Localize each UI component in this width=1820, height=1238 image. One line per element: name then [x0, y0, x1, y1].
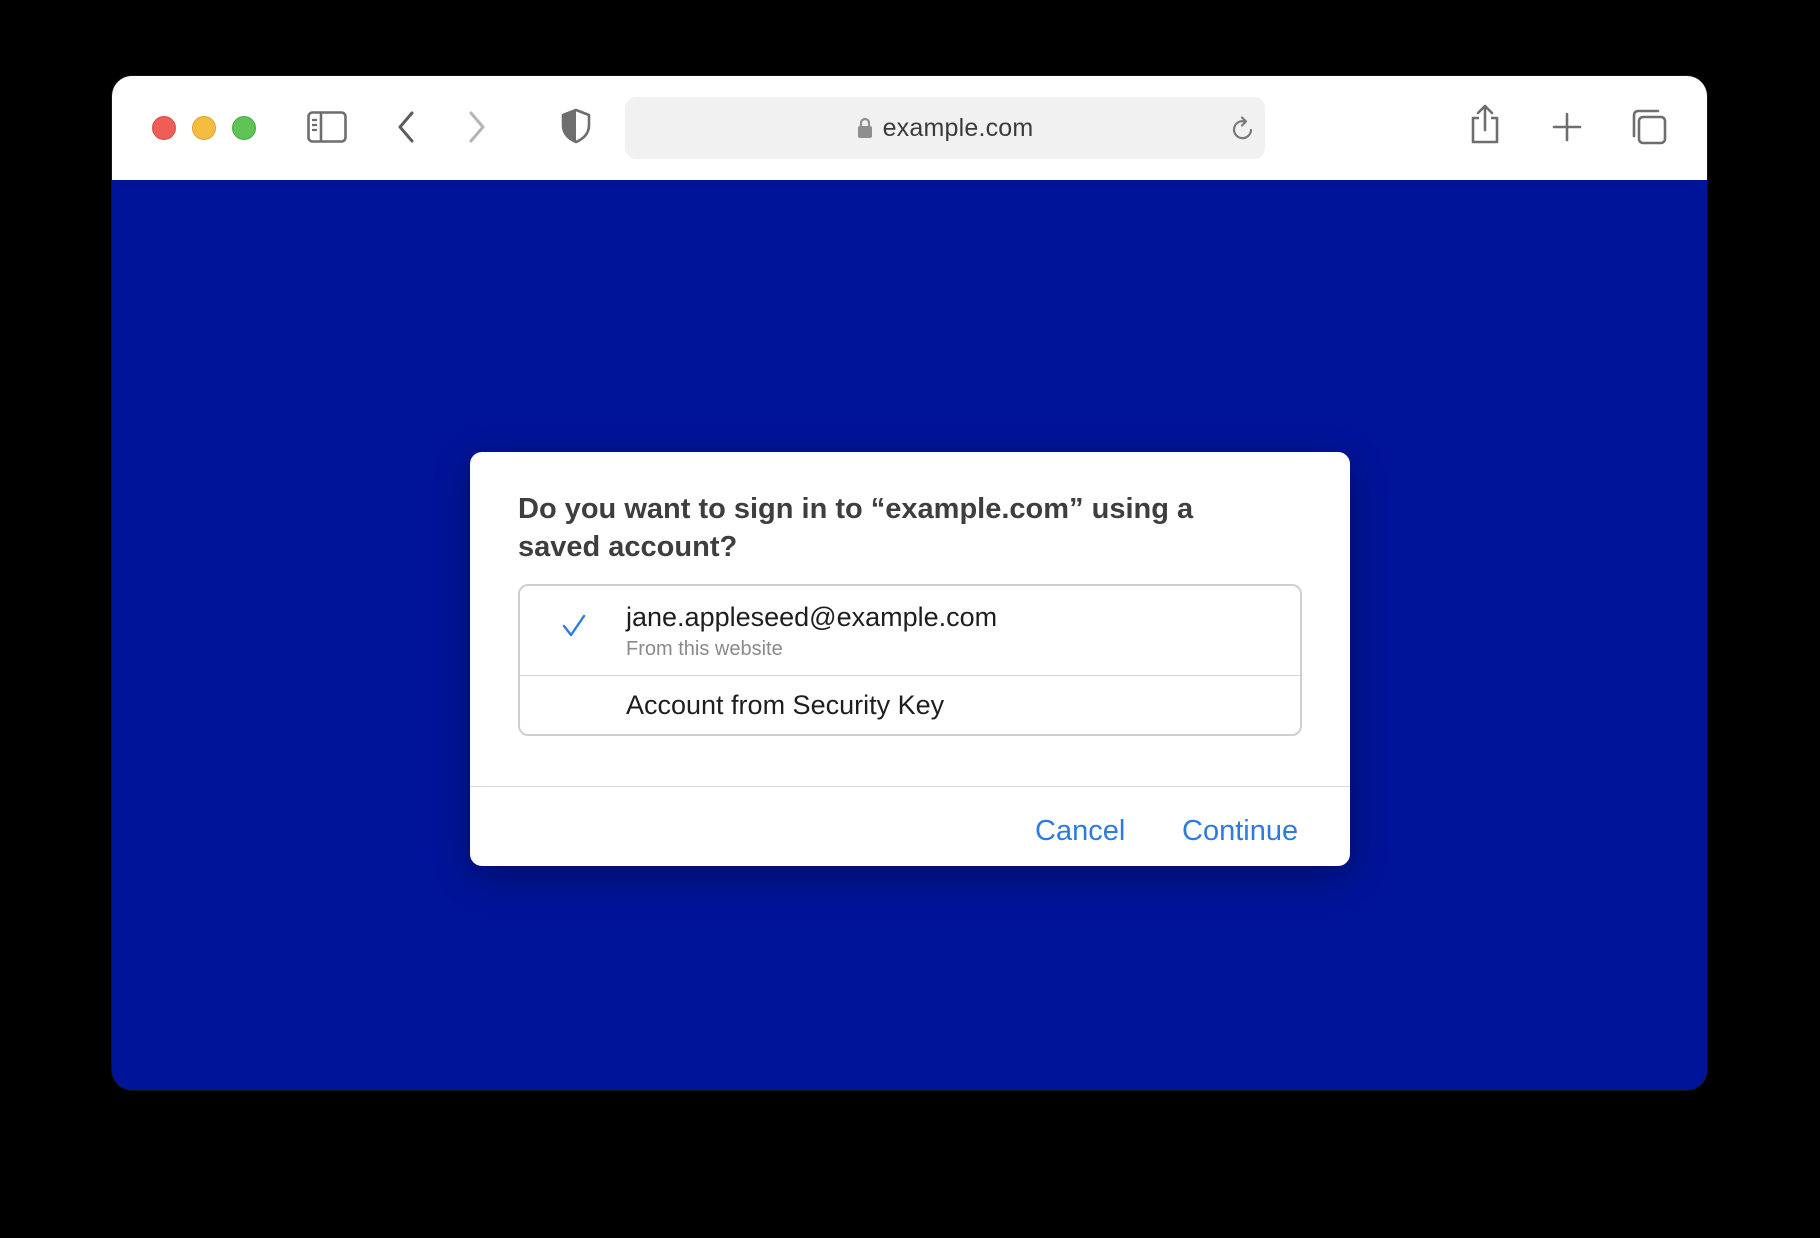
shield-icon[interactable]	[560, 108, 592, 144]
sidebar-icon[interactable]	[307, 111, 347, 143]
share-icon[interactable]	[1468, 103, 1502, 145]
chevron-right-icon[interactable]	[467, 110, 487, 144]
chevron-left-icon[interactable]	[396, 110, 416, 144]
cancel-button[interactable]: Cancel	[1035, 814, 1125, 848]
window-close-button[interactable]	[152, 116, 176, 140]
account-source: From this website	[626, 638, 783, 660]
browser-window: example.com Do you want to sign in to “e…	[112, 76, 1707, 1090]
plus-icon[interactable]	[1552, 112, 1582, 142]
account-name: jane.appleseed@example.com	[626, 602, 998, 632]
account-name: Account from Security Key	[626, 690, 945, 720]
address-bar[interactable]: example.com	[625, 97, 1265, 159]
checkmark-icon	[562, 614, 586, 637]
dialog-title: Do you want to sign in to “example.com” …	[518, 493, 1194, 563]
tab-overview-icon[interactable]	[1630, 108, 1668, 146]
web-content: Do you want to sign in to “example.com” …	[112, 180, 1707, 1090]
continue-button[interactable]: Continue	[1182, 814, 1298, 848]
dialog-divider	[470, 786, 1350, 787]
account-list: jane.appleseed@example.com From this web…	[518, 584, 1302, 736]
window-minimize-button[interactable]	[192, 116, 216, 140]
address-text: example.com	[882, 114, 1034, 142]
sign-in-dialog: Do you want to sign in to “example.com” …	[470, 452, 1350, 866]
account-option-saved[interactable]: jane.appleseed@example.com From this web…	[520, 586, 1300, 676]
window-zoom-button[interactable]	[232, 116, 256, 140]
reload-icon[interactable]	[1231, 116, 1255, 142]
lock-icon	[857, 117, 872, 138]
account-option-security-key[interactable]: Account from Security Key	[520, 676, 1300, 734]
browser-toolbar: example.com	[112, 76, 1707, 180]
